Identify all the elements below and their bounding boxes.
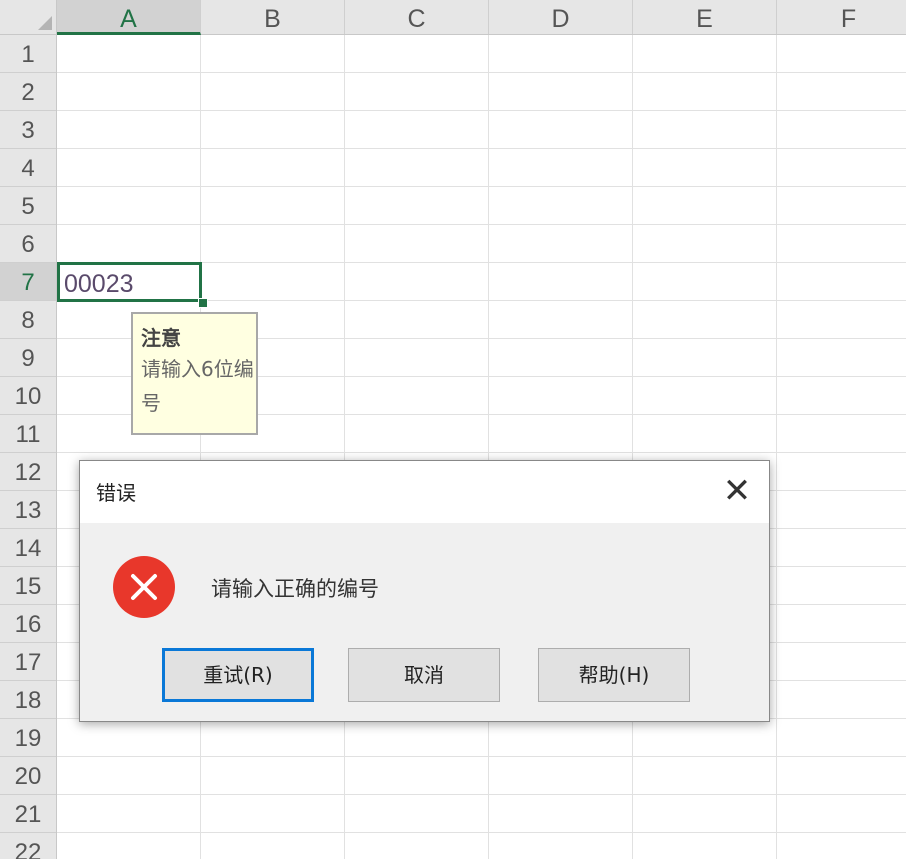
row-header-12[interactable]: 12: [0, 453, 56, 491]
row-header-14[interactable]: 14: [0, 529, 56, 567]
input-message-tooltip: 注意 请输入6位编号: [131, 312, 258, 435]
row-header-9[interactable]: 9: [0, 339, 56, 377]
retry-button[interactable]: 重试(R): [162, 648, 314, 702]
row-header-3[interactable]: 3: [0, 111, 56, 149]
fill-handle[interactable]: [198, 298, 208, 308]
column-header-e[interactable]: E: [633, 0, 777, 34]
row-header-8[interactable]: 8: [0, 301, 56, 339]
row-header-1[interactable]: 1: [0, 35, 56, 73]
column-header-c[interactable]: C: [345, 0, 489, 34]
input-message-title: 注意: [141, 326, 181, 350]
column-header-f[interactable]: F: [777, 0, 906, 34]
cancel-button[interactable]: 取消: [348, 648, 500, 702]
dialog-title: 错误: [96, 481, 136, 505]
row-header-21[interactable]: 21: [0, 795, 56, 833]
active-cell-a7[interactable]: 00023: [57, 262, 202, 302]
row-header-17[interactable]: 17: [0, 643, 56, 681]
dialog-titlebar[interactable]: 错误 ✕: [80, 461, 769, 523]
row-header-6[interactable]: 6: [0, 225, 56, 263]
close-icon[interactable]: ✕: [717, 471, 757, 511]
spreadsheet: ABCDEF 1 2 3 4 5 6 7 8 9 10 11 12 13 14 15 16 17 18 19 20 21…: [0, 0, 906, 859]
error-dialog: 错误 ✕ 请输入正确的编号 重试(R) 取消 帮助(H): [79, 460, 770, 722]
column-header-b[interactable]: B: [201, 0, 345, 34]
dialog-message: 请输入正确的编号: [211, 577, 379, 601]
row-header-16[interactable]: 16: [0, 605, 56, 643]
help-button[interactable]: 帮助(H): [538, 648, 690, 702]
row-headers: 1 2 3 4 5 6 7 8 9 10 11 12 13 14 15 16 17 18 19 20 21 22: [0, 35, 57, 859]
column-header-a[interactable]: A: [57, 0, 201, 35]
row-header-10[interactable]: 10: [0, 377, 56, 415]
select-all-corner[interactable]: [0, 0, 57, 35]
row-header-7[interactable]: 7: [0, 263, 56, 301]
row-header-2[interactable]: 2: [0, 73, 56, 111]
cell-grid[interactable]: [57, 35, 906, 859]
row-header-4[interactable]: 4: [0, 149, 56, 187]
row-header-11[interactable]: 11: [0, 415, 56, 453]
row-header-20[interactable]: 20: [0, 757, 56, 795]
error-icon: [113, 556, 175, 618]
row-header-22[interactable]: 22: [0, 833, 56, 859]
row-header-5[interactable]: 5: [0, 187, 56, 225]
input-message-body: 请输入6位编号: [141, 357, 254, 415]
row-header-19[interactable]: 19: [0, 719, 56, 757]
row-header-15[interactable]: 15: [0, 567, 56, 605]
column-header-d[interactable]: D: [489, 0, 633, 34]
row-header-13[interactable]: 13: [0, 491, 56, 529]
row-header-18[interactable]: 18: [0, 681, 56, 719]
select-all-triangle-icon: [38, 16, 52, 30]
column-headers: ABCDEF: [57, 0, 906, 35]
